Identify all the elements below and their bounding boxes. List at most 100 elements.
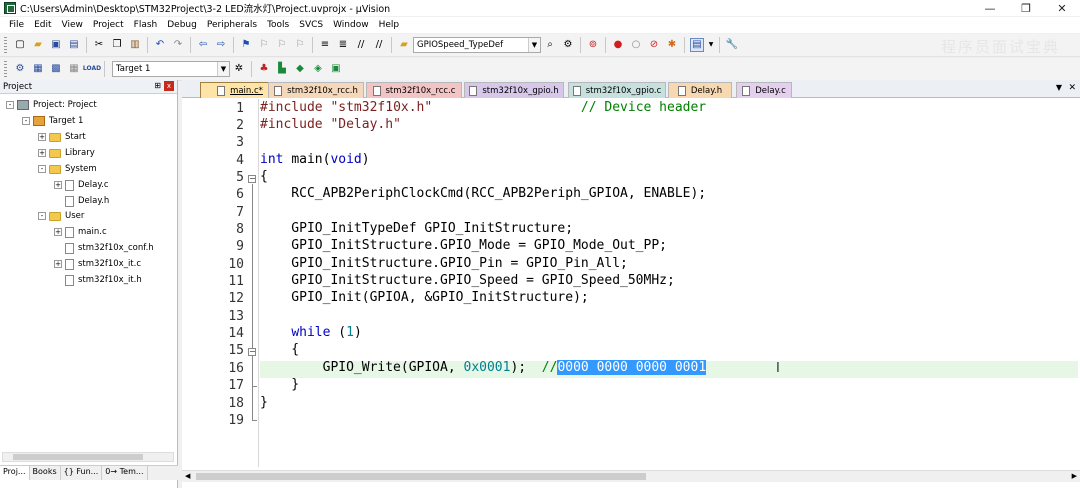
- find-combo[interactable]: GPIOSpeed_TypeDef ▼: [413, 37, 541, 53]
- tree-node-library[interactable]: + Library: [38, 146, 95, 160]
- bookmark-next-icon[interactable]: ⚐: [275, 38, 289, 52]
- code-area[interactable]: 1 2 3 4 5 6 7 8 9 10 11 12 13 14 15 16 1…: [182, 99, 1080, 467]
- fold-toggle-icon[interactable]: −: [248, 175, 256, 183]
- unindent-icon[interactable]: ≣: [336, 38, 350, 52]
- collapse-icon[interactable]: -: [22, 117, 30, 125]
- scroll-left-icon[interactable]: ◀: [185, 472, 190, 480]
- manage-project-icon[interactable]: ▙: [275, 62, 289, 76]
- redo-icon[interactable]: ↷: [171, 38, 185, 52]
- tab-books[interactable]: Books: [30, 466, 61, 480]
- collapse-icon[interactable]: -: [38, 165, 46, 173]
- uncomment-icon[interactable]: //: [372, 38, 386, 52]
- menu-project[interactable]: Project: [88, 20, 129, 30]
- fold-toggle-icon[interactable]: −: [248, 348, 256, 356]
- copy-icon[interactable]: ❐: [110, 38, 124, 52]
- save-all-icon[interactable]: ▤: [67, 38, 81, 52]
- chevron-down-icon[interactable]: ▼: [528, 38, 540, 52]
- expand-icon[interactable]: +: [54, 260, 62, 268]
- collapse-icon[interactable]: -: [38, 212, 46, 220]
- undo-icon[interactable]: ↶: [153, 38, 167, 52]
- close-icon[interactable]: x: [164, 81, 174, 91]
- tree-node-delay-h[interactable]: Delay.h: [65, 194, 109, 208]
- bookmark-prev-icon[interactable]: ⚐: [257, 38, 271, 52]
- new-file-icon[interactable]: ▢: [13, 38, 27, 52]
- tab-stm32f10x-rcc-h[interactable]: stm32f10x_rcc.h: [268, 82, 364, 98]
- configure-icon[interactable]: 🔧: [725, 38, 739, 52]
- rebuild-icon[interactable]: ▩: [49, 62, 63, 76]
- menu-flash[interactable]: Flash: [129, 20, 163, 30]
- chevron-down-icon[interactable]: ▼: [708, 38, 714, 52]
- find-in-files-icon[interactable]: ▰: [397, 38, 411, 52]
- tab-stm32f10x-gpio-c[interactable]: stm32f10x_gpio.c: [568, 82, 666, 98]
- tree-node-target[interactable]: - Target 1: [22, 114, 83, 128]
- stop-build-icon[interactable]: ▦: [67, 62, 81, 76]
- incremental-find-icon[interactable]: ⚙: [561, 38, 575, 52]
- manage-rte-icon[interactable]: ▣: [329, 62, 343, 76]
- restore-button[interactable]: ❐: [1008, 0, 1044, 16]
- breakpoint-disable-icon[interactable]: ○: [629, 38, 643, 52]
- tab-functions[interactable]: {} Fun...: [61, 466, 103, 480]
- nav-back-icon[interactable]: ⇦: [196, 38, 210, 52]
- tree-node-start[interactable]: + Start: [38, 130, 86, 144]
- tree-node-system[interactable]: - System: [38, 162, 97, 176]
- menu-edit[interactable]: Edit: [29, 20, 56, 30]
- breakpoint-disable-all-icon[interactable]: ⊘: [647, 38, 661, 52]
- scrollbar-thumb[interactable]: [196, 473, 646, 480]
- expand-icon[interactable]: +: [38, 149, 46, 157]
- breakpoint-icon[interactable]: ●: [611, 38, 625, 52]
- tab-project[interactable]: Proj...: [0, 466, 30, 480]
- download-icon[interactable]: LOAD: [83, 62, 101, 76]
- paste-icon[interactable]: ▥: [128, 38, 142, 52]
- menu-svcs[interactable]: SVCS: [294, 20, 328, 30]
- select-packs-icon[interactable]: ◆: [293, 62, 307, 76]
- project-horizontal-scrollbar[interactable]: [2, 452, 174, 462]
- scrollbar-thumb[interactable]: [13, 454, 143, 460]
- tree-node-stm32f10x-conf-h[interactable]: stm32f10x_conf.h: [65, 241, 154, 255]
- nav-forward-icon[interactable]: ⇨: [214, 38, 228, 52]
- scroll-right-icon[interactable]: ▶: [1072, 472, 1077, 480]
- breakpoint-kill-all-icon[interactable]: ✱: [665, 38, 679, 52]
- file-extensions-icon[interactable]: ♣: [257, 62, 271, 76]
- pin-icon[interactable]: ⊞: [154, 81, 161, 90]
- tree-node-delay-c[interactable]: + Delay.c: [54, 178, 109, 192]
- tab-templates[interactable]: 0→ Tem...: [102, 466, 148, 480]
- tab-stm32f10x-gpio-h[interactable]: stm32f10x_gpio.h: [464, 82, 564, 98]
- target-combo[interactable]: Target 1 ▼: [112, 61, 230, 77]
- tab-stm32f10x-rcc-c[interactable]: stm32f10x_rcc.c: [366, 82, 462, 98]
- open-icon[interactable]: ▰: [31, 38, 45, 52]
- menu-file[interactable]: File: [4, 20, 29, 30]
- find-icon[interactable]: ⌕: [543, 38, 557, 52]
- collapse-icon[interactable]: -: [6, 101, 14, 109]
- menu-window[interactable]: Window: [328, 20, 374, 30]
- target-options-icon[interactable]: ✲: [232, 62, 246, 76]
- bookmark-icon[interactable]: ⚑: [239, 38, 253, 52]
- tab-delay-h[interactable]: Delay.h: [668, 82, 732, 98]
- expand-icon[interactable]: +: [38, 133, 46, 141]
- pack-installer-icon[interactable]: ◈: [311, 62, 325, 76]
- minimize-button[interactable]: —: [972, 0, 1008, 16]
- menu-tools[interactable]: Tools: [262, 20, 294, 30]
- menu-debug[interactable]: Debug: [162, 20, 202, 30]
- indent-icon[interactable]: ≡: [318, 38, 332, 52]
- tree-node-main-c[interactable]: + main.c: [54, 225, 107, 239]
- tab-list-dropdown-icon[interactable]: ▼: [1056, 83, 1062, 92]
- tab-delay-c[interactable]: Delay.c: [736, 82, 792, 98]
- tree-node-user[interactable]: - User: [38, 209, 84, 223]
- cut-icon[interactable]: ✂: [92, 38, 106, 52]
- tree-node-stm32f10x-it-h[interactable]: stm32f10x_it.h: [65, 273, 142, 287]
- close-button[interactable]: ✕: [1044, 0, 1080, 16]
- build-icon[interactable]: ▦: [31, 62, 45, 76]
- expand-icon[interactable]: +: [54, 181, 62, 189]
- chevron-down-icon[interactable]: ▼: [217, 62, 229, 76]
- editor-horizontal-scrollbar[interactable]: ◀ ▶: [182, 470, 1080, 482]
- save-icon[interactable]: ▣: [49, 38, 63, 52]
- menu-peripherals[interactable]: Peripherals: [202, 20, 262, 30]
- close-tab-icon[interactable]: ✕: [1068, 83, 1076, 93]
- bookmark-clear-icon[interactable]: ⚐: [293, 38, 307, 52]
- tree-node-stm32f10x-it-c[interactable]: + stm32f10x_it.c: [54, 257, 141, 271]
- comment-icon[interactable]: //: [354, 38, 368, 52]
- menu-view[interactable]: View: [57, 20, 88, 30]
- expand-icon[interactable]: +: [54, 228, 62, 236]
- translate-icon[interactable]: ⚙: [13, 62, 27, 76]
- debug-icon[interactable]: ⊚: [586, 38, 600, 52]
